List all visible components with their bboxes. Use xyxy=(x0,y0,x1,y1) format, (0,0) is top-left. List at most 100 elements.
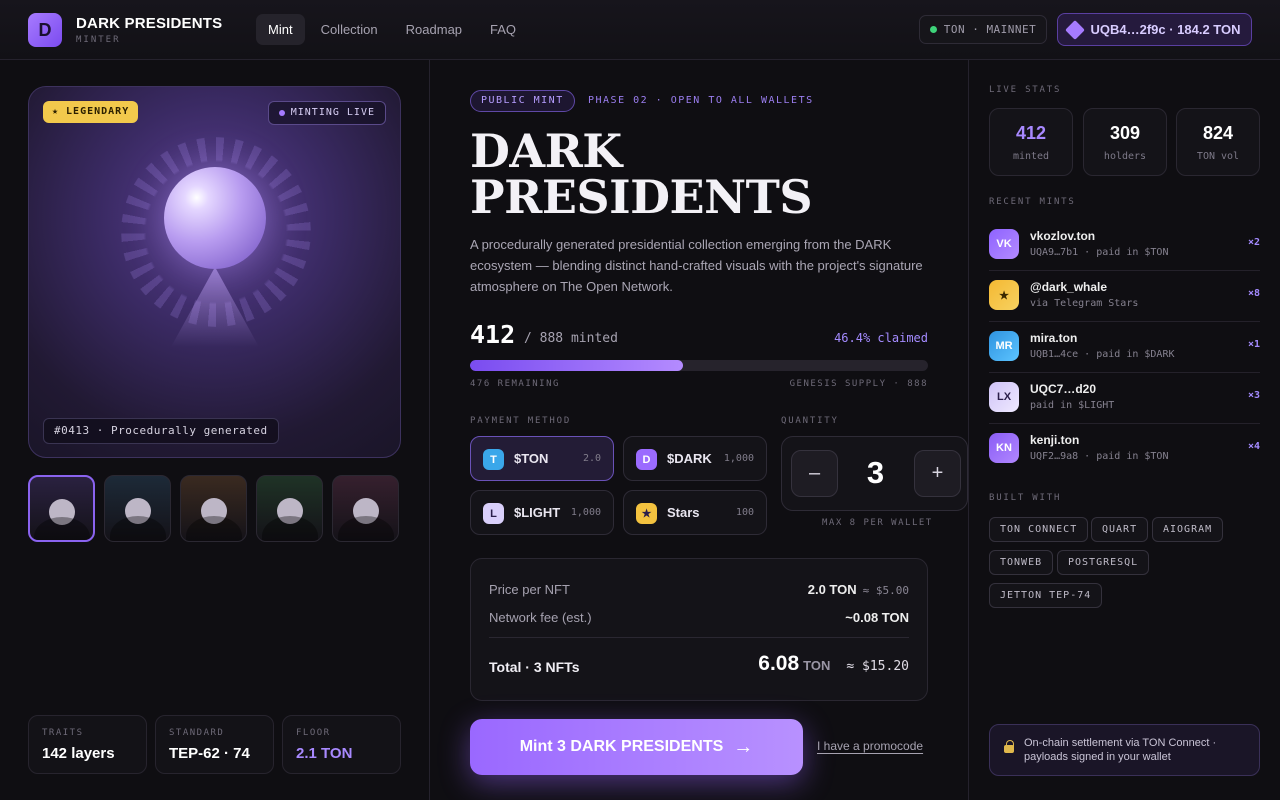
payment-price: 1,000 xyxy=(723,453,754,464)
payment-option-dark[interactable]: D $DARK 1,000 xyxy=(623,436,767,481)
column-divider xyxy=(429,60,430,800)
nav-collection[interactable]: Collection xyxy=(309,14,390,45)
floor-stat: FLOOR 2.1 TON xyxy=(282,715,401,774)
status-dot-icon xyxy=(929,26,937,33)
price-label: Price per NFT xyxy=(489,582,570,597)
minter-name: kenji.ton xyxy=(1030,433,1080,447)
nav-roadmap[interactable]: Roadmap xyxy=(394,14,474,45)
mint-count: ×2 xyxy=(1247,237,1260,248)
payment-option-light[interactable]: L $LIGHT 1,000 xyxy=(470,490,614,535)
light-token-icon: L xyxy=(483,503,504,524)
claimed-percent: 46.4% claimed xyxy=(834,331,928,345)
minter-detail: UQB1…4ce · paid in $DARK xyxy=(1030,349,1175,360)
minted-count: 412 xyxy=(470,320,516,349)
minter-name: @dark_whale xyxy=(1030,280,1108,294)
avatar: LX xyxy=(989,382,1019,412)
minter-name: vkozlov.ton xyxy=(1030,229,1096,243)
tech-chip: POSTGRESQL xyxy=(1057,550,1150,575)
stat-minted: 412 minted xyxy=(989,108,1073,176)
price-value: 2.0 TON xyxy=(807,582,857,597)
recent-mint-row[interactable]: LX UQC7…d20 paid in $LIGHT ×3 xyxy=(989,373,1260,424)
payment-option-stars[interactable]: ★ Stars 100 xyxy=(623,490,767,535)
stat-number: 309 xyxy=(1109,123,1141,143)
increase-button[interactable]: + xyxy=(914,450,961,497)
price-row: Price per NFT 2.0 TON ≈ $5.00 xyxy=(489,582,909,597)
top-bar: D DARK PRESIDENTS MINTER Mint Collection… xyxy=(0,0,1280,60)
collection-description: A procedurally generated presidential co… xyxy=(470,237,923,294)
minting-live-label: MINTING LIVE xyxy=(290,107,375,118)
price-value-group: 2.0 TON ≈ $5.00 xyxy=(808,582,909,597)
total-value-group: 6.08 TON ≈ $15.20 xyxy=(758,652,909,676)
payment-name: $LIGHT xyxy=(514,505,561,520)
recent-mint-row[interactable]: VK vkozlov.ton UQA9…7b1 · paid in $TON ×… xyxy=(989,220,1260,271)
app-logo[interactable]: D xyxy=(28,13,62,47)
price-usd: ≈ $5.00 xyxy=(862,584,909,597)
thumbnail[interactable] xyxy=(180,475,247,542)
thumbnail[interactable] xyxy=(332,475,399,542)
recent-mint-row[interactable]: MR mira.ton UQB1…4ce · paid in $DARK ×1 xyxy=(989,322,1260,373)
live-stats-label: LIVE STATS xyxy=(989,85,1062,95)
tech-chip: TONWEB xyxy=(989,550,1054,575)
network-indicator[interactable]: TON · MAINNET xyxy=(919,15,1047,44)
stat-value: TEP-62 · 74 xyxy=(169,745,250,762)
fee-row: Network fee (est.) ~0.08 TON xyxy=(489,610,909,625)
recent-mint-row[interactable]: KN kenji.ton UQF2…9a8 · paid in $TON ×4 xyxy=(989,424,1260,475)
total-label: Total · 3 NFTs xyxy=(489,659,580,675)
fee-value: ~0.08 TON xyxy=(845,610,909,625)
ton-diamond-icon xyxy=(1065,19,1086,40)
orb-artwork xyxy=(164,167,266,269)
ton-icon: T xyxy=(483,449,504,470)
payment-method-label: PAYMENT METHOD xyxy=(470,416,572,426)
mint-count: ×1 xyxy=(1247,339,1260,350)
title-line-2: PRESIDENTS xyxy=(470,170,813,224)
stat-label: TRAITS xyxy=(42,728,84,738)
traits-stat: TRAITS 142 layers xyxy=(28,715,147,774)
wallet-button[interactable]: UQB4…2f9c · 184.2 TON xyxy=(1057,13,1252,46)
nav-faq[interactable]: FAQ xyxy=(478,14,528,45)
built-with-label: BUILT WITH xyxy=(989,493,1062,503)
minting-live-badge: MINTING LIVE xyxy=(267,101,386,125)
mint-button[interactable]: Mint 3 DARK PRESIDENTS → xyxy=(470,719,803,775)
quantity-stepper: – 3 + xyxy=(781,436,968,511)
order-summary: Price per NFT 2.0 TON ≈ $5.00 Network fee… xyxy=(470,558,928,701)
stat-caption: holders xyxy=(1103,151,1147,162)
settlement-note: On-chain settlement via TON Connect · pa… xyxy=(989,724,1260,776)
nav-mint[interactable]: Mint xyxy=(256,14,305,45)
thumbnail[interactable] xyxy=(104,475,171,542)
total-usd: ≈ $15.20 xyxy=(846,659,909,674)
column-divider xyxy=(968,60,969,800)
minted-total: / 888 minted xyxy=(524,331,618,346)
recent-mint-row[interactable]: ★ @dark_whale via Telegram Stars ×8 xyxy=(989,271,1260,322)
payment-name: Stars xyxy=(667,505,700,520)
star-icon: ★ xyxy=(636,503,657,524)
tech-chip: AIOGRAM xyxy=(1152,517,1224,542)
lock-icon xyxy=(1004,740,1014,753)
genesis-supply: GENESIS SUPPLY · 888 xyxy=(789,379,928,389)
brand-name: DARK PRESIDENTS xyxy=(76,15,223,32)
arrow-right-icon: → xyxy=(733,735,754,758)
total-value: 6.08 xyxy=(758,652,800,675)
payment-price: 2.0 xyxy=(582,453,601,464)
progress-fill xyxy=(470,360,683,371)
stat-number: 412 xyxy=(1015,123,1047,143)
tech-chip: JETTON TEP-74 xyxy=(989,583,1103,608)
mint-button-label: Mint 3 DARK PRESIDENTS xyxy=(519,738,724,755)
stat-label: FLOOR xyxy=(296,728,331,738)
standard-stat: STANDARD TEP-62 · 74 xyxy=(155,715,274,774)
network-label: TON · MAINNET xyxy=(943,23,1037,36)
promocode-link[interactable]: I have a promocode xyxy=(817,739,923,753)
stat-holders: 309 holders xyxy=(1083,108,1167,176)
max-per-wallet: MAX 8 PER WALLET xyxy=(822,518,933,528)
divider xyxy=(489,637,909,638)
settlement-text: On-chain settlement via TON Connect · pa… xyxy=(1024,737,1217,763)
phase-text: PHASE 02 · OPEN TO ALL WALLETS xyxy=(588,95,814,106)
payment-option-ton[interactable]: T $TON 2.0 xyxy=(470,436,614,481)
stat-caption: minted xyxy=(1012,151,1050,162)
thumbnail[interactable] xyxy=(256,475,323,542)
stat-label: STANDARD xyxy=(169,728,225,738)
thumbnail[interactable] xyxy=(28,475,95,542)
quantity-value: 3 xyxy=(866,455,885,490)
avatar: KN xyxy=(989,433,1019,463)
minter-detail: UQF2…9a8 · paid in $TON xyxy=(1030,451,1169,462)
decrease-button[interactable]: – xyxy=(791,450,838,497)
